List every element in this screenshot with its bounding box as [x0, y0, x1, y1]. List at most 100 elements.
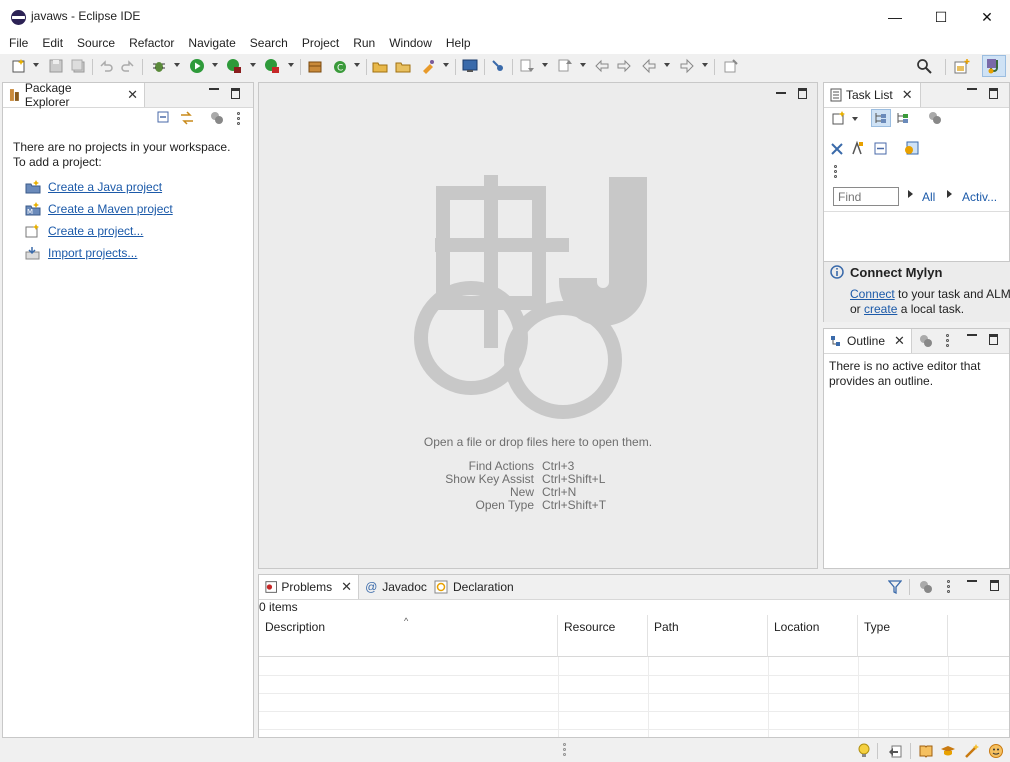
run-dropdown-icon[interactable]: [212, 63, 218, 67]
menu-edit[interactable]: Edit: [35, 34, 70, 54]
collapse-all-icon[interactable]: [874, 142, 888, 156]
search-tool-dropdown-icon[interactable]: [443, 63, 449, 67]
menu-search[interactable]: Search: [243, 34, 295, 54]
new-class-icon[interactable]: C: [332, 58, 348, 74]
maximize-view-icon[interactable]: [990, 580, 999, 591]
scheduled-icon[interactable]: [896, 111, 910, 125]
search-tool-icon[interactable]: [420, 58, 436, 74]
minimize-view-icon[interactable]: [967, 88, 977, 90]
forward-dropdown-icon[interactable]: [702, 63, 708, 67]
external-tools-icon[interactable]: [264, 58, 280, 74]
redo-icon[interactable]: [120, 58, 136, 74]
prev-annotation-icon[interactable]: [557, 58, 573, 74]
find-task-input[interactable]: [833, 187, 899, 206]
create-task-link[interactable]: create: [864, 302, 897, 316]
menu-navigate[interactable]: Navigate: [181, 34, 242, 54]
smiley-icon[interactable]: [988, 743, 1004, 759]
close-tab-icon[interactable]: ✕: [902, 87, 913, 103]
coverage-icon[interactable]: [226, 58, 242, 74]
tip-lightbulb-icon[interactable]: [857, 743, 871, 759]
menu-window[interactable]: Window: [382, 34, 439, 54]
tab-problems[interactable]: Problems ✕: [259, 575, 359, 599]
close-tab-icon[interactable]: ✕: [127, 87, 138, 103]
run-icon[interactable]: [189, 58, 205, 74]
forward-icon[interactable]: [679, 58, 695, 74]
close-tab-icon[interactable]: ✕: [341, 579, 352, 595]
open-task-icon[interactable]: [395, 58, 411, 74]
back-icon[interactable]: [641, 58, 657, 74]
filter-activate-link[interactable]: Activ...: [962, 190, 997, 204]
coverage-dropdown-icon[interactable]: [250, 63, 256, 67]
magic-wand-icon[interactable]: [964, 743, 980, 759]
next-annotation-icon[interactable]: [519, 58, 535, 74]
editor-maximize-icon[interactable]: [798, 88, 807, 99]
java-perspective-toggle[interactable]: [982, 55, 1006, 77]
new-file-icon[interactable]: [11, 58, 27, 74]
toggle-mark-icon[interactable]: [490, 58, 506, 74]
back-to-edit-icon[interactable]: [616, 58, 632, 74]
minimize-view-icon[interactable]: [967, 334, 977, 336]
close-tab-icon[interactable]: ✕: [894, 333, 905, 349]
editor-area[interactable]: Open a file or drop files here to open t…: [258, 82, 818, 569]
collapse-all-icon[interactable]: [157, 111, 171, 125]
maximize-view-icon[interactable]: [231, 88, 240, 99]
tab-package-explorer[interactable]: Package Explorer ✕: [3, 81, 145, 109]
undo-icon[interactable]: [98, 58, 114, 74]
filter-icon[interactable]: [888, 580, 902, 594]
open-perspective-icon[interactable]: [954, 58, 970, 74]
filters-icon[interactable]: [919, 580, 933, 594]
prev-annotation-dropdown-icon[interactable]: [580, 63, 586, 67]
last-edit-icon[interactable]: [594, 58, 610, 74]
view-menu-icon[interactable]: [834, 165, 837, 178]
tab-javadoc[interactable]: @ Javadoc: [365, 575, 427, 599]
editor-minimize-icon[interactable]: [776, 92, 786, 94]
external-tools-dropdown-icon[interactable]: [288, 63, 294, 67]
synchronize-icon[interactable]: [850, 140, 866, 156]
menu-run[interactable]: Run: [346, 34, 382, 54]
filters-icon[interactable]: [210, 111, 224, 125]
tab-task-list[interactable]: Task List ✕: [824, 83, 921, 107]
column-resource[interactable]: Resource: [558, 615, 648, 657]
column-location[interactable]: Location: [768, 615, 858, 657]
create-java-project-link[interactable]: Create a Java project: [48, 180, 162, 194]
view-menu-icon[interactable]: [946, 334, 949, 347]
menu-project[interactable]: Project: [295, 34, 346, 54]
filters-icon[interactable]: [928, 111, 942, 125]
debug-dropdown-icon[interactable]: [174, 63, 180, 67]
column-path[interactable]: Path: [648, 615, 768, 657]
open-type-icon[interactable]: [372, 58, 388, 74]
filters-icon[interactable]: [919, 334, 933, 348]
new-package-icon[interactable]: [307, 58, 323, 74]
categorized-toggle[interactable]: [871, 109, 891, 127]
show-ui-legend-icon[interactable]: [904, 140, 920, 156]
tab-outline[interactable]: Outline ✕: [824, 329, 912, 353]
focus-on-workweek-icon[interactable]: [830, 142, 844, 156]
save-all-icon[interactable]: [70, 58, 86, 74]
tutorial-cap-icon[interactable]: [940, 743, 956, 759]
new-task-icon[interactable]: [831, 110, 847, 126]
console-icon[interactable]: [462, 58, 478, 74]
pin-editor-icon[interactable]: [723, 58, 739, 74]
new-dropdown-icon[interactable]: [33, 63, 39, 67]
maximize-view-icon[interactable]: [989, 334, 998, 345]
save-icon[interactable]: [48, 58, 64, 74]
minimize-button[interactable]: —: [872, 0, 918, 34]
maximize-button[interactable]: ☐: [918, 0, 964, 34]
column-type[interactable]: Type: [858, 615, 948, 657]
maximize-view-icon[interactable]: [989, 88, 998, 99]
link-with-editor-icon[interactable]: [179, 110, 195, 126]
menu-file[interactable]: File: [2, 34, 35, 54]
menu-source[interactable]: Source: [70, 34, 122, 54]
new-task-dropdown-icon[interactable]: [852, 117, 858, 121]
minimize-view-icon[interactable]: [967, 580, 977, 582]
close-button[interactable]: ✕: [964, 0, 1010, 34]
back-dropdown-icon[interactable]: [664, 63, 670, 67]
search-icon[interactable]: [916, 58, 932, 74]
connect-link[interactable]: Connect: [850, 287, 895, 301]
import-projects-link[interactable]: Import projects...: [48, 246, 137, 260]
next-annotation-dropdown-icon[interactable]: [542, 63, 548, 67]
menu-refactor[interactable]: Refactor: [122, 34, 181, 54]
view-menu-icon[interactable]: [237, 112, 240, 125]
view-menu-icon[interactable]: [947, 580, 950, 593]
column-description[interactable]: Description: [259, 615, 558, 657]
